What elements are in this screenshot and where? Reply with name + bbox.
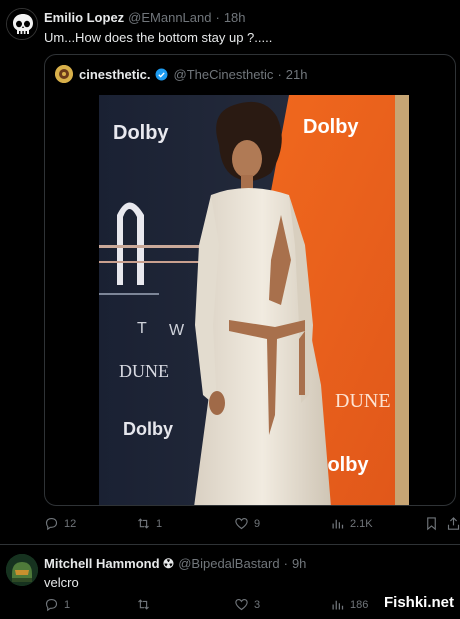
views-button[interactable]: 186 (330, 597, 368, 612)
separator-dot: · (215, 10, 220, 25)
separator-dot: · (277, 66, 282, 82)
film-reel-icon (55, 65, 73, 83)
tweet1-actions: 12 1 9 2.1K (44, 516, 460, 536)
quoted-tweet[interactable]: cinesthetic. @TheCinesthetic · 21h T W D… (44, 54, 456, 506)
share-icon (447, 517, 460, 530)
bookmark-button[interactable] (424, 516, 444, 531)
repost-icon (138, 599, 149, 610)
quote-handle[interactable]: @TheCinesthetic (174, 67, 274, 82)
reply-button[interactable]: 12 (44, 516, 76, 531)
reply-button[interactable]: 1 (44, 597, 70, 612)
quote-timestamp[interactable]: 21h (286, 67, 308, 82)
views-chart-icon (332, 519, 344, 529)
repost-button[interactable] (136, 597, 156, 612)
reply-icon (45, 598, 58, 612)
view-count: 2.1K (350, 517, 373, 530)
photo-letter-w: W (169, 322, 185, 339)
sign-dolby-2: Dolby (303, 116, 359, 138)
timestamp[interactable]: 18h (224, 10, 246, 25)
helmet-icon (6, 554, 38, 586)
avatar-helmet[interactable] (6, 554, 38, 586)
quote-photo[interactable]: T W Dolby Dolby DUNE Dolby DUNE Dolby (99, 95, 409, 505)
views-chart-icon (332, 600, 344, 610)
reply-author-name[interactable]: Mitchell Hammond (44, 556, 160, 571)
tweet-main[interactable]: Emilio Lopez @EMannLand · 18h Um...How d… (0, 0, 460, 544)
repost-button[interactable]: 1 (136, 516, 162, 531)
repost-count: 1 (156, 517, 163, 530)
quote-author-name[interactable]: cinesthetic. (79, 67, 151, 82)
tweet-text: Um...How does the bottom stay up ?..... (44, 30, 273, 45)
like-button[interactable]: 3 (234, 597, 260, 612)
views-button[interactable]: 2.1K (330, 516, 373, 531)
reply-header: Mitchell Hammond ☢ @BipedalBastard · 9h (44, 556, 306, 572)
separator-dot: · (283, 556, 288, 571)
reply-text: velcro (44, 575, 79, 590)
repost-icon (138, 518, 149, 529)
reply-author-handle[interactable]: @BipedalBastard (178, 556, 279, 571)
sign-dolby-1: Dolby (113, 122, 169, 144)
like-button[interactable]: 9 (234, 516, 260, 531)
heart-icon (235, 517, 248, 530)
verified-badge-icon (155, 68, 167, 80)
quote-header: cinesthetic. @TheCinesthetic · 21h (55, 65, 307, 83)
reply-icon (45, 517, 58, 531)
sign-dolby-3: Dolby (123, 419, 173, 439)
radioactive-icon: ☢ (162, 556, 175, 571)
reply-timestamp[interactable]: 9h (292, 556, 306, 571)
view-count: 186 (350, 598, 369, 611)
heart-icon (235, 598, 248, 611)
sign-dune-1: DUNE (119, 361, 169, 381)
bookmark-icon (427, 517, 436, 531)
sign-dune-2: DUNE (335, 390, 391, 412)
avatar-skull[interactable] (6, 8, 38, 40)
photo-letter-t: T (137, 320, 147, 337)
author-name[interactable]: Emilio Lopez (44, 10, 124, 25)
red-carpet-photo: T W Dolby Dolby DUNE Dolby DUNE Dolby (99, 95, 409, 505)
watermark: Fishki.net (383, 594, 454, 611)
like-count: 3 (254, 598, 261, 611)
quote-avatar[interactable] (55, 65, 73, 83)
like-count: 9 (254, 517, 261, 530)
share-button[interactable] (446, 516, 460, 531)
author-handle[interactable]: @EMannLand (128, 10, 211, 25)
skull-icon (7, 9, 37, 39)
reply-count: 1 (64, 598, 71, 611)
tweet-header: Emilio Lopez @EMannLand · 18h (44, 10, 246, 25)
reply-count: 12 (64, 517, 77, 530)
